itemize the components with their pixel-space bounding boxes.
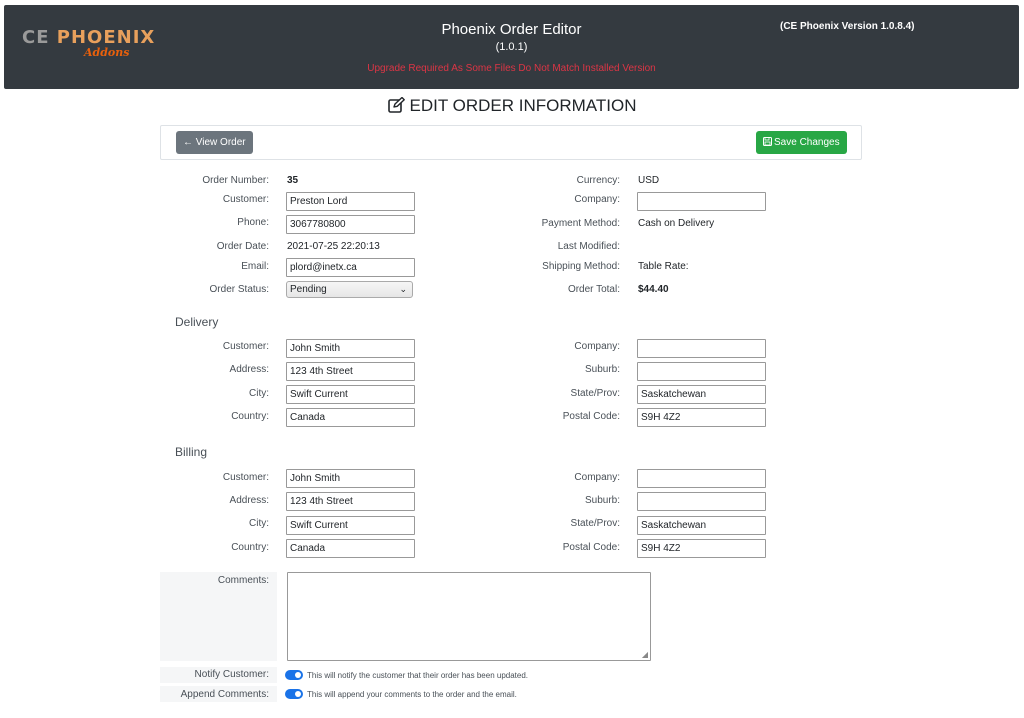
notify-customer-label: Notify Customer: xyxy=(194,669,269,680)
billing-customer-label: Customer: xyxy=(222,472,269,483)
upgrade-warning: Upgrade Required As Some Files Do Not Ma… xyxy=(367,63,656,74)
save-changes-label: Save Changes xyxy=(774,137,840,148)
order-toolbar: ← View Order Save Changes xyxy=(160,125,862,160)
email-field[interactable]: plord@inetx.ca xyxy=(286,258,415,277)
order-status-label: Order Status: xyxy=(209,284,269,295)
delivery-company-label: Company: xyxy=(574,341,620,352)
delivery-suburb-label: Suburb: xyxy=(584,364,620,375)
payment-method-label: Payment Method: xyxy=(541,218,620,229)
shipping-method-label: Shipping Method: xyxy=(542,261,620,272)
customer-field[interactable]: Preston Lord xyxy=(286,192,415,211)
currency-label: Currency: xyxy=(576,175,620,186)
billing-address-label: Address: xyxy=(229,495,269,506)
view-order-button[interactable]: ← View Order xyxy=(176,131,253,154)
billing-company-label: Company: xyxy=(574,472,620,483)
billing-city-field[interactable]: Swift Current xyxy=(286,516,415,535)
save-icon xyxy=(763,137,772,146)
arrow-left-icon: ← xyxy=(183,137,196,148)
delivery-customer-label: Customer: xyxy=(222,341,269,352)
chevron-down-icon: ⌄ xyxy=(399,284,407,294)
delivery-postal-label: Postal Code: xyxy=(562,411,620,422)
payment-method-value: Cash on Delivery xyxy=(638,218,715,229)
order-number-value: 35 xyxy=(287,175,299,186)
order-status-select[interactable]: Pending ⌄ xyxy=(286,281,413,298)
delivery-heading: Delivery xyxy=(175,315,219,329)
edit-icon xyxy=(387,96,405,113)
app-version: (1.0.1) xyxy=(495,41,528,53)
delivery-postal-field[interactable]: S9H 4Z2 xyxy=(637,408,766,427)
company-label: Company: xyxy=(574,194,620,205)
billing-city-label: City: xyxy=(249,518,269,529)
comments-label: Comments: xyxy=(217,575,269,586)
page-title-text: EDIT ORDER INFORMATION xyxy=(409,96,637,115)
notify-customer-hint: This will notify the customer that their… xyxy=(307,671,529,680)
billing-state-label: State/Prov: xyxy=(570,518,620,529)
billing-country-label: Country: xyxy=(231,542,269,553)
resize-grip-icon[interactable]: ◢ xyxy=(642,650,648,659)
order-total-label: Order Total: xyxy=(567,284,620,295)
delivery-company-field[interactable] xyxy=(637,339,766,358)
billing-country-field[interactable]: Canada xyxy=(286,539,415,558)
save-changes-button[interactable]: Save Changes xyxy=(756,131,847,154)
billing-company-field[interactable] xyxy=(637,469,766,488)
order-date-value: 2021-07-25 22:20:13 xyxy=(287,241,380,252)
order-number-label: Order Number: xyxy=(202,175,269,186)
comments-textarea[interactable]: ◢ xyxy=(287,572,651,661)
currency-value: USD xyxy=(638,175,660,186)
delivery-address-field[interactable]: 123 4th Street xyxy=(286,362,415,381)
customer-label: Customer: xyxy=(222,194,269,205)
delivery-state-field[interactable]: Saskatchewan xyxy=(637,385,766,404)
delivery-country-label: Country: xyxy=(231,411,269,422)
delivery-suburb-field[interactable] xyxy=(637,362,766,381)
header-bar: CE PHOENIX Addons Phoenix Order Editor (… xyxy=(4,5,1019,89)
delivery-customer-field[interactable]: John Smith xyxy=(286,339,415,358)
append-comments-label: Append Comments: xyxy=(180,689,269,700)
delivery-city-label: City: xyxy=(249,388,269,399)
delivery-state-label: State/Prov: xyxy=(570,388,620,399)
append-comments-toggle[interactable] xyxy=(285,689,303,699)
view-order-label: View Order xyxy=(195,137,246,148)
billing-state-field[interactable]: Saskatchewan xyxy=(637,516,766,535)
billing-postal-field[interactable]: S9H 4Z2 xyxy=(637,539,766,558)
billing-customer-field[interactable]: John Smith xyxy=(286,469,415,488)
delivery-country-field[interactable]: Canada xyxy=(286,408,415,427)
billing-suburb-field[interactable] xyxy=(637,492,766,511)
billing-heading: Billing xyxy=(175,445,208,459)
append-comments-hint: This will append your comments to the or… xyxy=(307,690,517,699)
order-total-value: $44.40 xyxy=(638,284,669,295)
billing-address-field[interactable]: 123 4th Street xyxy=(286,492,415,511)
ce-phoenix-version: (CE Phoenix Version 1.0.8.4) xyxy=(780,21,915,32)
order-status-value: Pending xyxy=(290,284,327,295)
delivery-address-label: Address: xyxy=(229,364,269,375)
delivery-city-field[interactable]: Swift Current xyxy=(286,385,415,404)
email-label: Email: xyxy=(241,261,269,272)
billing-postal-label: Postal Code: xyxy=(562,542,620,553)
phone-field[interactable]: 3067780800 xyxy=(286,215,415,234)
last-modified-label: Last Modified: xyxy=(557,241,620,252)
order-date-label: Order Date: xyxy=(216,241,269,252)
notify-customer-toggle[interactable] xyxy=(285,670,303,680)
page-title: EDIT ORDER INFORMATION xyxy=(0,96,1024,116)
company-field[interactable] xyxy=(637,192,766,211)
phone-label: Phone: xyxy=(237,217,269,228)
billing-suburb-label: Suburb: xyxy=(584,495,620,506)
shipping-method-value: Table Rate: xyxy=(638,261,689,272)
